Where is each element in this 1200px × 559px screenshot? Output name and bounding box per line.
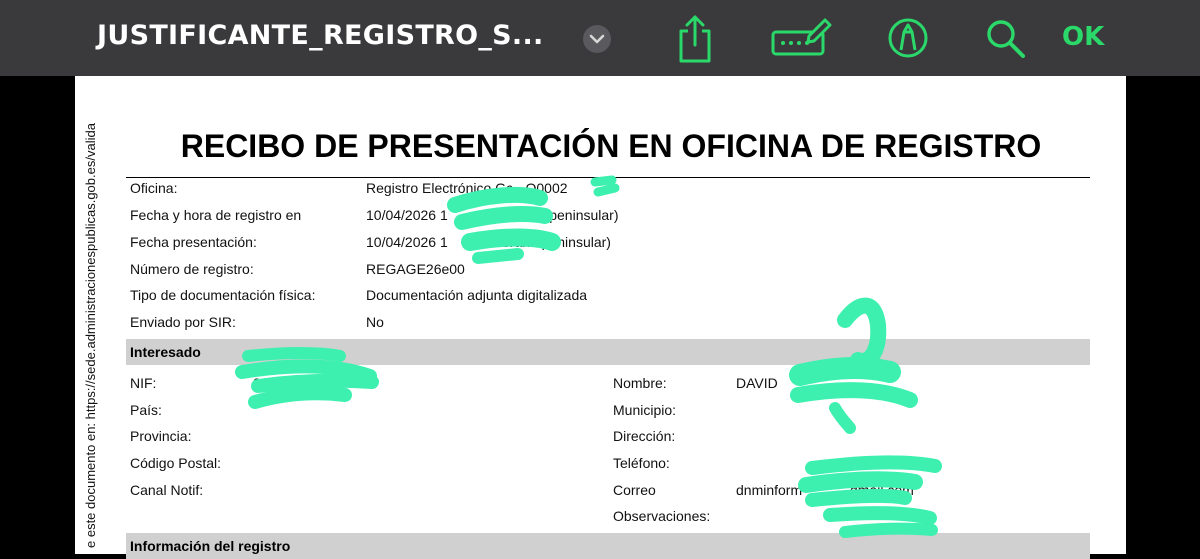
- chevron-down-icon: [589, 34, 605, 44]
- receipt-title: RECIBO DE PRESENTACIÓN EN OFICINA DE REG…: [180, 128, 1042, 164]
- title-menu-button[interactable]: [583, 25, 611, 53]
- field-label-observaciones: Observaciones:: [613, 508, 711, 524]
- field-value-enviado-sir: No: [366, 314, 384, 330]
- field-value-fecha-registro: 10/04/2026 1: [366, 207, 448, 223]
- verification-side-text: e este documento en: https://sede.admini…: [76, 123, 106, 558]
- field-label-municipio: Municipio:: [613, 402, 677, 418]
- side-text: e este documento en: https://sede.admini…: [83, 123, 98, 548]
- section-header-label: Interesado: [130, 344, 201, 360]
- field-value-oficina: Registro Electrónico Gc - O0002: [366, 180, 568, 196]
- field-value-fecha-presentacion-tail: orario peninsular): [502, 234, 611, 250]
- field-label-fecha-presentacion: Fecha presentación:: [130, 234, 257, 250]
- field-label-codigo-postal: Código Postal:: [130, 455, 222, 471]
- field-label-direccion: Dirección:: [613, 428, 676, 444]
- field-value-tipo-documentacion: Documentación adjunta digitalizada: [366, 287, 588, 303]
- field-label-numero-registro: Número de registro:: [130, 261, 254, 277]
- section-header-interesado: Interesado: [126, 339, 1090, 365]
- field-label-pais: País:: [130, 402, 162, 418]
- field-label-fecha-registro: Fecha y hora de registro en: [130, 207, 302, 223]
- markup-pen-icon[interactable]: [887, 17, 929, 59]
- section-header-label: Información del registro: [130, 538, 291, 554]
- search-icon[interactable]: [985, 18, 1027, 60]
- ok-button[interactable]: OK: [1062, 22, 1104, 52]
- field-label-telefono: Teléfono:: [613, 455, 670, 471]
- section-header-informacion-registro: Información del registro: [126, 533, 1090, 559]
- field-label-nif: NIF:: [130, 375, 157, 391]
- field-value-numero-registro: REGAGE26e00: [366, 261, 465, 277]
- title-rule: [126, 177, 1090, 178]
- field-value-correo-tail: gmail.com: [850, 482, 914, 498]
- share-icon[interactable]: [674, 14, 716, 64]
- field-label-nombre: Nombre:: [613, 375, 667, 391]
- field-label-tipo-documentacion: Tipo de documentación física:: [130, 287, 316, 303]
- keyboard-pen-icon[interactable]: [770, 18, 832, 58]
- field-value-correo: dnminform: [736, 482, 803, 498]
- field-label-oficina: Oficina:: [130, 180, 178, 196]
- field-value-fecha-presentacion: 10/04/2026 1: [366, 234, 448, 250]
- field-label-correo: Correo: [613, 482, 656, 498]
- field-value-nif: 2: [253, 375, 261, 391]
- field-value-nombre: DAVID: [736, 375, 778, 391]
- field-label-canal-notif: Canal Notif:: [130, 482, 204, 498]
- field-label-enviado-sir: Enviado por SIR:: [130, 314, 236, 330]
- document-title[interactable]: JUSTIFICANTE_REGISTRO_S...: [97, 20, 544, 51]
- field-label-provincia: Provincia:: [130, 428, 192, 444]
- field-value-fecha-registro-tail: ario peninsular): [522, 207, 619, 223]
